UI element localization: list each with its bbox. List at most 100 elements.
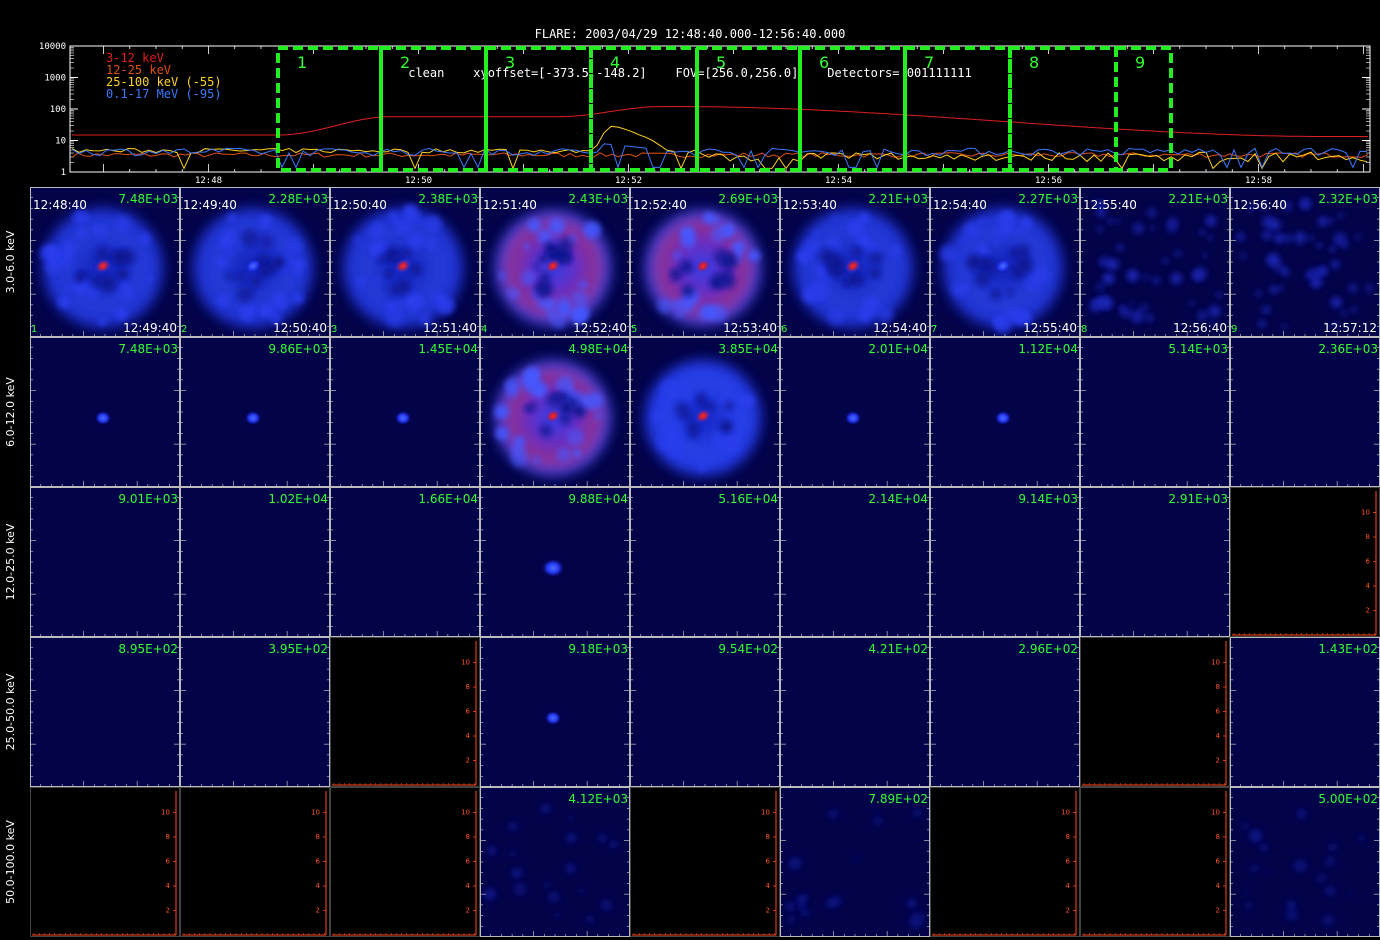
source-spot xyxy=(95,411,111,425)
image-cell: 4.21E+02 xyxy=(780,637,930,787)
image-cell-background xyxy=(930,487,1080,637)
image-cell: 2.96E+02 xyxy=(930,637,1080,787)
image-max-value: 1.43E+02 xyxy=(1318,642,1378,656)
source-spot xyxy=(845,411,861,425)
image-cell: 1.02E+04 xyxy=(180,487,330,637)
source-spot xyxy=(245,411,261,425)
image-cell: 2 4 6 8 10 xyxy=(30,787,180,937)
image-max-value: 5.00E+02 xyxy=(1318,792,1378,806)
empty-axis-tick-label: 10 xyxy=(1211,809,1220,817)
empty-axis-tick-label: 2 xyxy=(466,907,470,915)
empty-axis-tick-label: 10 xyxy=(311,809,320,817)
empty-axis-tick-label: 8 xyxy=(1366,533,1370,541)
image-cell-background xyxy=(1080,337,1230,487)
image-cell: 9.54E+02 xyxy=(630,637,780,787)
image-cell: 1.66E+04 xyxy=(330,487,480,637)
empty-axis-tick-label: 10 xyxy=(461,809,470,817)
empty-axis-tick-label: 8 xyxy=(766,833,770,841)
empty-axis-tick-label: 6 xyxy=(1216,708,1221,716)
source-ring xyxy=(494,360,611,476)
image-cell-background xyxy=(180,487,330,637)
image-cell: 3.85E+04 xyxy=(630,337,780,487)
image-frame-number: 4 xyxy=(481,324,487,335)
image-cell-background xyxy=(330,787,480,937)
empty-axis-tick-label: 4 xyxy=(1216,882,1221,890)
image-max-value: 1.45E+04 xyxy=(418,342,478,356)
image-cell-background xyxy=(330,487,480,637)
image-cell-background xyxy=(780,487,930,637)
image-cell: 2.38E+03 12:50:40 12:51:40 3 xyxy=(330,187,480,337)
image-cell: 2.21E+03 12:53:40 12:54:40 6 xyxy=(780,187,930,337)
image-start-time: 12:49:40 xyxy=(183,198,237,212)
image-cell: 7.48E+03 xyxy=(30,337,180,487)
image-max-value: 8.95E+02 xyxy=(118,642,178,656)
image-start-time: 12:48:40 xyxy=(33,198,87,212)
empty-axis-tick-label: 8 xyxy=(1216,683,1220,691)
image-cell: 2.43E+03 12:51:40 12:52:40 4 xyxy=(480,187,630,337)
image-max-value: 9.86E+03 xyxy=(268,342,328,356)
image-max-value: 1.02E+04 xyxy=(268,492,328,506)
image-max-value: 9.18E+03 xyxy=(568,642,628,656)
image-max-value: 1.12E+04 xyxy=(1018,342,1078,356)
empty-axis-tick-label: 8 xyxy=(466,833,470,841)
image-max-value: 2.96E+02 xyxy=(1018,642,1078,656)
image-start-time: 12:53:40 xyxy=(783,198,837,212)
empty-axis-tick-label: 4 xyxy=(316,882,321,890)
empty-axis-tick-label: 8 xyxy=(1066,833,1070,841)
image-cell: 7.48E+03 12:48:40 12:49:40 1 xyxy=(30,187,180,337)
empty-axis-tick-label: 10 xyxy=(1361,509,1370,517)
image-max-value: 3.85E+04 xyxy=(718,342,778,356)
empty-axis-tick-label: 2 xyxy=(1066,907,1070,915)
image-frame-number: 6 xyxy=(781,324,787,335)
empty-axis-tick-label: 4 xyxy=(1066,882,1071,890)
image-cell: 2.21E+03 12:55:40 12:56:40 8 xyxy=(1080,187,1230,337)
image-cell-background xyxy=(30,787,180,937)
image-end-time: 12:55:40 xyxy=(1023,321,1077,335)
image-max-value: 9.14E+03 xyxy=(1018,492,1078,506)
empty-axis-tick-label: 6 xyxy=(1216,858,1221,866)
image-max-value: 7.48E+03 xyxy=(118,342,178,356)
source-ring xyxy=(645,210,761,326)
image-frame-number: 7 xyxy=(931,324,937,335)
image-frame-number: 2 xyxy=(181,324,187,335)
source-spot xyxy=(395,411,411,425)
image-cell: 5.00E+02 xyxy=(1230,787,1380,937)
image-cell: 2 4 6 8 10 xyxy=(330,787,480,937)
image-cell: 9.86E+03 xyxy=(180,337,330,487)
image-cell: 2.36E+03 xyxy=(1230,337,1380,487)
image-cell: 1.45E+04 xyxy=(330,337,480,487)
image-end-time: 12:54:40 xyxy=(873,321,927,335)
source-spot xyxy=(542,559,564,577)
image-cell: 4.12E+03 xyxy=(480,787,630,937)
image-max-value: 9.01E+03 xyxy=(118,492,178,506)
empty-axis-tick-label: 2 xyxy=(166,907,170,915)
image-cell-background xyxy=(180,637,330,787)
image-max-value: 2.91E+03 xyxy=(1168,492,1228,506)
image-end-time: 12:52:40 xyxy=(573,321,627,335)
image-max-value: 2.21E+03 xyxy=(1168,192,1228,206)
image-cell: 2 4 6 8 10 xyxy=(330,637,480,787)
empty-axis-tick-label: 8 xyxy=(316,833,320,841)
image-cell-background xyxy=(630,487,780,637)
empty-axis-tick-label: 10 xyxy=(1211,659,1220,667)
image-cell-background xyxy=(480,787,630,937)
empty-axis-tick-label: 6 xyxy=(166,858,171,866)
source-spot xyxy=(545,711,561,725)
image-cell: 2 4 6 8 10 xyxy=(930,787,1080,937)
image-max-value: 4.21E+02 xyxy=(868,642,928,656)
image-cell: 2.27E+03 12:54:40 12:55:40 7 xyxy=(930,187,1080,337)
empty-axis-tick-label: 4 xyxy=(1366,582,1371,590)
image-cell: 2 4 6 8 10 xyxy=(1080,787,1230,937)
source-ring xyxy=(645,360,761,476)
image-cell: 8.95E+02 xyxy=(30,637,180,787)
image-cell: 2.01E+04 xyxy=(780,337,930,487)
image-max-value: 2.01E+04 xyxy=(868,342,928,356)
image-cell: 9.14E+03 xyxy=(930,487,1080,637)
empty-axis-tick-label: 2 xyxy=(316,907,320,915)
image-cell: 2.91E+03 xyxy=(1080,487,1230,637)
image-max-value: 2.28E+03 xyxy=(268,192,328,206)
image-max-value: 5.16E+04 xyxy=(718,492,778,506)
image-cell: 2 4 6 8 10 xyxy=(1230,487,1380,637)
image-cell: 2.69E+03 12:52:40 12:53:40 5 xyxy=(630,187,780,337)
flare-source xyxy=(395,411,411,425)
